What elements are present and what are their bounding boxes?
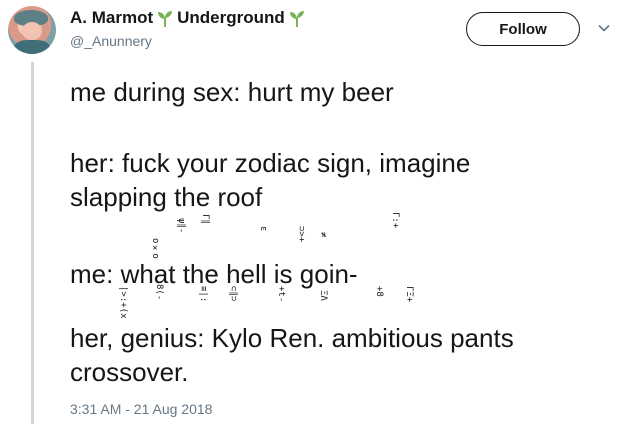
glitch-mark: +t- xyxy=(276,286,286,303)
sprout-icon xyxy=(289,11,304,27)
tweet-line-1: me during sex: hurt my beer xyxy=(70,77,394,107)
glitch-mark: ≠ xyxy=(318,232,328,238)
glitch-mark: ψ∥- xyxy=(176,218,186,234)
follow-button[interactable]: Follow xyxy=(466,12,580,46)
glitch-mark: ≡|: xyxy=(198,286,208,303)
display-name-part-2[interactable]: Underground xyxy=(177,8,285,28)
thread-line xyxy=(31,62,34,424)
tweet-timestamp[interactable]: 3:31 AM - 21 Aug 2018 xyxy=(70,401,212,417)
tweet-line-4: me: what the hell is goin- xyxy=(70,259,358,289)
avatar[interactable] xyxy=(8,6,56,54)
author-name-row[interactable]: A. Marmot Underground xyxy=(70,8,309,28)
chevron-down-icon[interactable] xyxy=(598,22,610,34)
glitch-mark: ⊂∥⊃ xyxy=(228,286,238,302)
glitch-mark: ⊃>+ xyxy=(296,226,306,243)
glitch-mark: +8 xyxy=(374,286,384,297)
tweet-line-5: her, genius: Kylo Ren. ambitious pants xyxy=(70,323,514,353)
avatar-face xyxy=(22,22,42,40)
avatar-body xyxy=(14,40,50,54)
glitch-mark: ΞΛ xyxy=(318,290,328,301)
sprout-icon xyxy=(158,11,173,27)
glitch-mark: ε xyxy=(258,226,268,232)
user-handle[interactable]: @_Anunnery xyxy=(70,33,152,49)
tweet-line-3: slapping the roof xyxy=(70,182,263,212)
glitch-mark: Γ:+ xyxy=(390,212,400,229)
glitch-mark: |>:+(x xyxy=(118,286,128,319)
glitch-mark: ΓΞ+ xyxy=(404,286,414,303)
display-name-part-1[interactable]: A. Marmot xyxy=(70,8,153,28)
glitch-mark: o×o xyxy=(150,238,160,259)
glitch-mark: 8(- xyxy=(154,284,164,301)
tweet-line-6: crossover. xyxy=(70,357,189,387)
tweet-line-2: her: fuck your zodiac sign, imagine xyxy=(70,148,471,178)
glitch-mark: Γ∥ xyxy=(200,214,210,224)
